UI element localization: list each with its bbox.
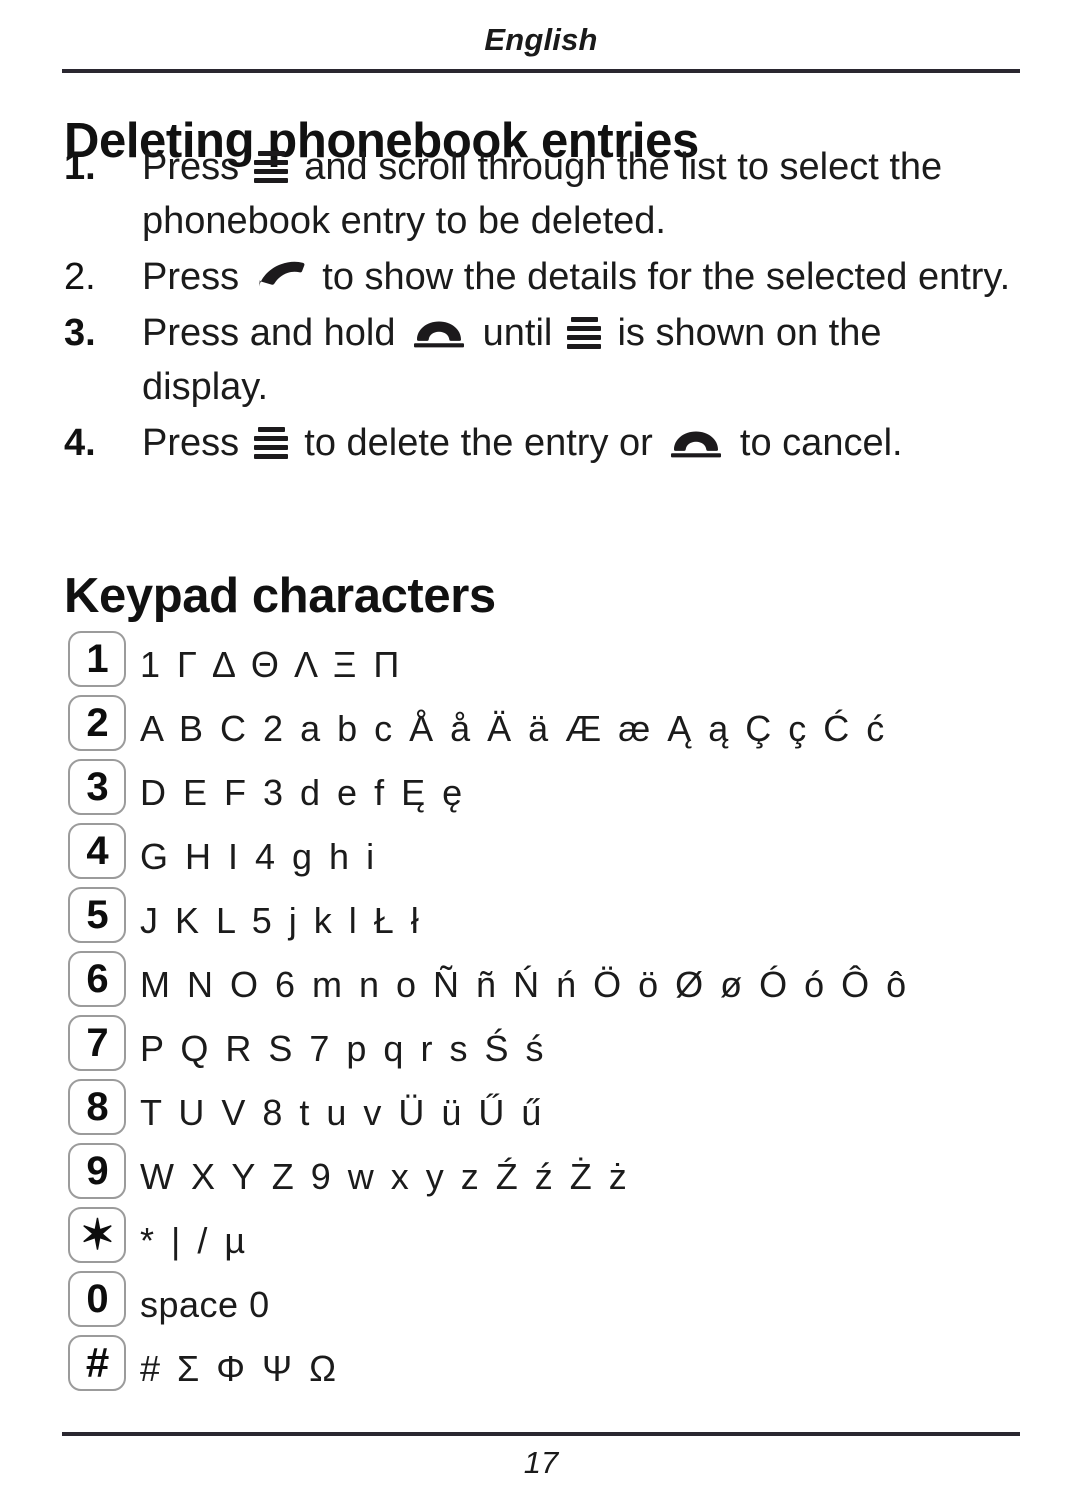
instruction-step-list: 1. Press and scroll through the list to s…	[64, 140, 1014, 472]
keypad-characters: # Σ Φ Ψ Ω	[140, 1348, 340, 1389]
step-text-fragment: to delete the entry or	[293, 422, 664, 464]
step-text-fragment: to cancel.	[729, 422, 903, 464]
keypad-row: 9 W X Y Z 9 w x y z Ź ź Ż ż	[68, 1139, 1028, 1203]
keypad-characters: 1 Γ Δ Θ Λ Ξ Π	[140, 644, 403, 685]
instruction-step: 4. Press to delete the entry or to cancel…	[64, 416, 1014, 470]
keypad-row: 2 A B C 2 a b c Å å Ä ä Æ æ Ą ą Ç ç Ć ć	[68, 691, 1028, 755]
key-0[interactable]: 0	[68, 1271, 126, 1327]
step-number: 2.	[64, 256, 96, 298]
keypad-row: 1 1 Γ Δ Θ Λ Ξ Π	[68, 627, 1028, 691]
menu-icon	[253, 425, 288, 459]
key-6[interactable]: 6	[68, 951, 126, 1007]
instruction-step: 2. Press to show the details for the sele…	[64, 250, 1014, 304]
step-text: Press to show the details for the select…	[142, 250, 1014, 304]
keypad-row: 7 P Q R S 7 p q r s Ś ś	[68, 1011, 1028, 1075]
page-number: 17	[523, 1445, 559, 1480]
keypad-characters: * | / µ	[140, 1220, 249, 1261]
key-hash[interactable]: #	[68, 1335, 126, 1391]
keypad-row: # # Σ Φ Ψ Ω	[68, 1331, 1028, 1395]
key-9[interactable]: 9	[68, 1143, 126, 1199]
step-text: Press and hold until is shown on the dis…	[142, 306, 1014, 414]
keypad-row: 0 space 0	[68, 1267, 1028, 1331]
section-title-keypad-characters: Keypad characters	[64, 568, 496, 623]
keypad-characters: A B C 2 a b c Å å Ä ä Æ æ Ą ą Ç ç Ć ć	[140, 708, 888, 749]
key-7[interactable]: 7	[68, 1015, 126, 1071]
key-2[interactable]: 2	[68, 695, 126, 751]
running-head: English	[484, 22, 598, 57]
key-star[interactable]: ✶	[68, 1207, 126, 1263]
menu-icon	[566, 315, 601, 349]
key-5[interactable]: 5	[68, 887, 126, 943]
menu-icon	[253, 149, 288, 183]
end-call-icon	[412, 316, 466, 350]
step-text: Press and scroll through the list to sel…	[142, 140, 1014, 248]
keypad-row: 6 M N O 6 m n o Ñ ñ Ń ń Ö ö Ø ø Ó ó Ô ô	[68, 947, 1028, 1011]
header-rule	[62, 69, 1020, 73]
keypad-characters: J K L 5 j k l Ł ł	[140, 900, 423, 941]
keypad-row: 5 J K L 5 j k l Ł ł	[68, 883, 1028, 947]
step-text-fragment: until	[472, 312, 563, 354]
keypad-characters: T U V 8 t u v Ü ü Ű ű	[140, 1092, 545, 1133]
key-4[interactable]: 4	[68, 823, 126, 879]
end-call-icon	[669, 426, 723, 460]
step-text-fragment: Press and hold	[142, 312, 407, 354]
manual-page: English Deleting phonebook entries 1. Pre…	[0, 0, 1080, 1512]
step-text-fragment: Press	[142, 422, 250, 464]
step-number: 4.	[64, 422, 96, 464]
keypad-characters: D E F 3 d e f Ę ę	[140, 772, 466, 813]
instruction-step: 3. Press and hold until is shown on the d…	[64, 306, 1014, 414]
keypad-row: 3 D E F 3 d e f Ę ę	[68, 755, 1028, 819]
step-text-fragment: Press	[142, 256, 250, 298]
keypad-characters: W X Y Z 9 w x y z Ź ź Ż ż	[140, 1156, 631, 1197]
key-8[interactable]: 8	[68, 1079, 126, 1135]
keypad-row: ✶ * | / µ	[68, 1203, 1028, 1267]
key-3[interactable]: 3	[68, 759, 126, 815]
call-icon	[256, 259, 308, 293]
keypad-row: 8 T U V 8 t u v Ü ü Ű ű	[68, 1075, 1028, 1139]
step-text-fragment: Press	[142, 146, 250, 188]
keypad-characters: M N O 6 m n o Ñ ñ Ń ń Ö ö Ø ø Ó ó Ô ô	[140, 964, 910, 1005]
step-number: 3.	[64, 312, 96, 354]
keypad-characters: G H I 4 g h i	[140, 836, 378, 877]
key-1[interactable]: 1	[68, 631, 126, 687]
keypad-characters: P Q R S 7 p q r s Ś ś	[140, 1028, 547, 1069]
keypad-character-table: 1 1 Γ Δ Θ Λ Ξ Π 2 A B C 2 a b c Å å Ä ä Æ æ…	[68, 627, 1028, 1395]
step-number: 1.	[64, 146, 96, 188]
keypad-characters: space 0	[140, 1284, 270, 1325]
step-text: Press to delete the entry or to cancel.	[142, 416, 1014, 470]
keypad-row: 4 G H I 4 g h i	[68, 819, 1028, 883]
footer-rule	[62, 1432, 1020, 1436]
instruction-step: 1. Press and scroll through the list to s…	[64, 140, 1014, 248]
step-text-fragment: to show the details for the selected ent…	[311, 256, 1011, 298]
